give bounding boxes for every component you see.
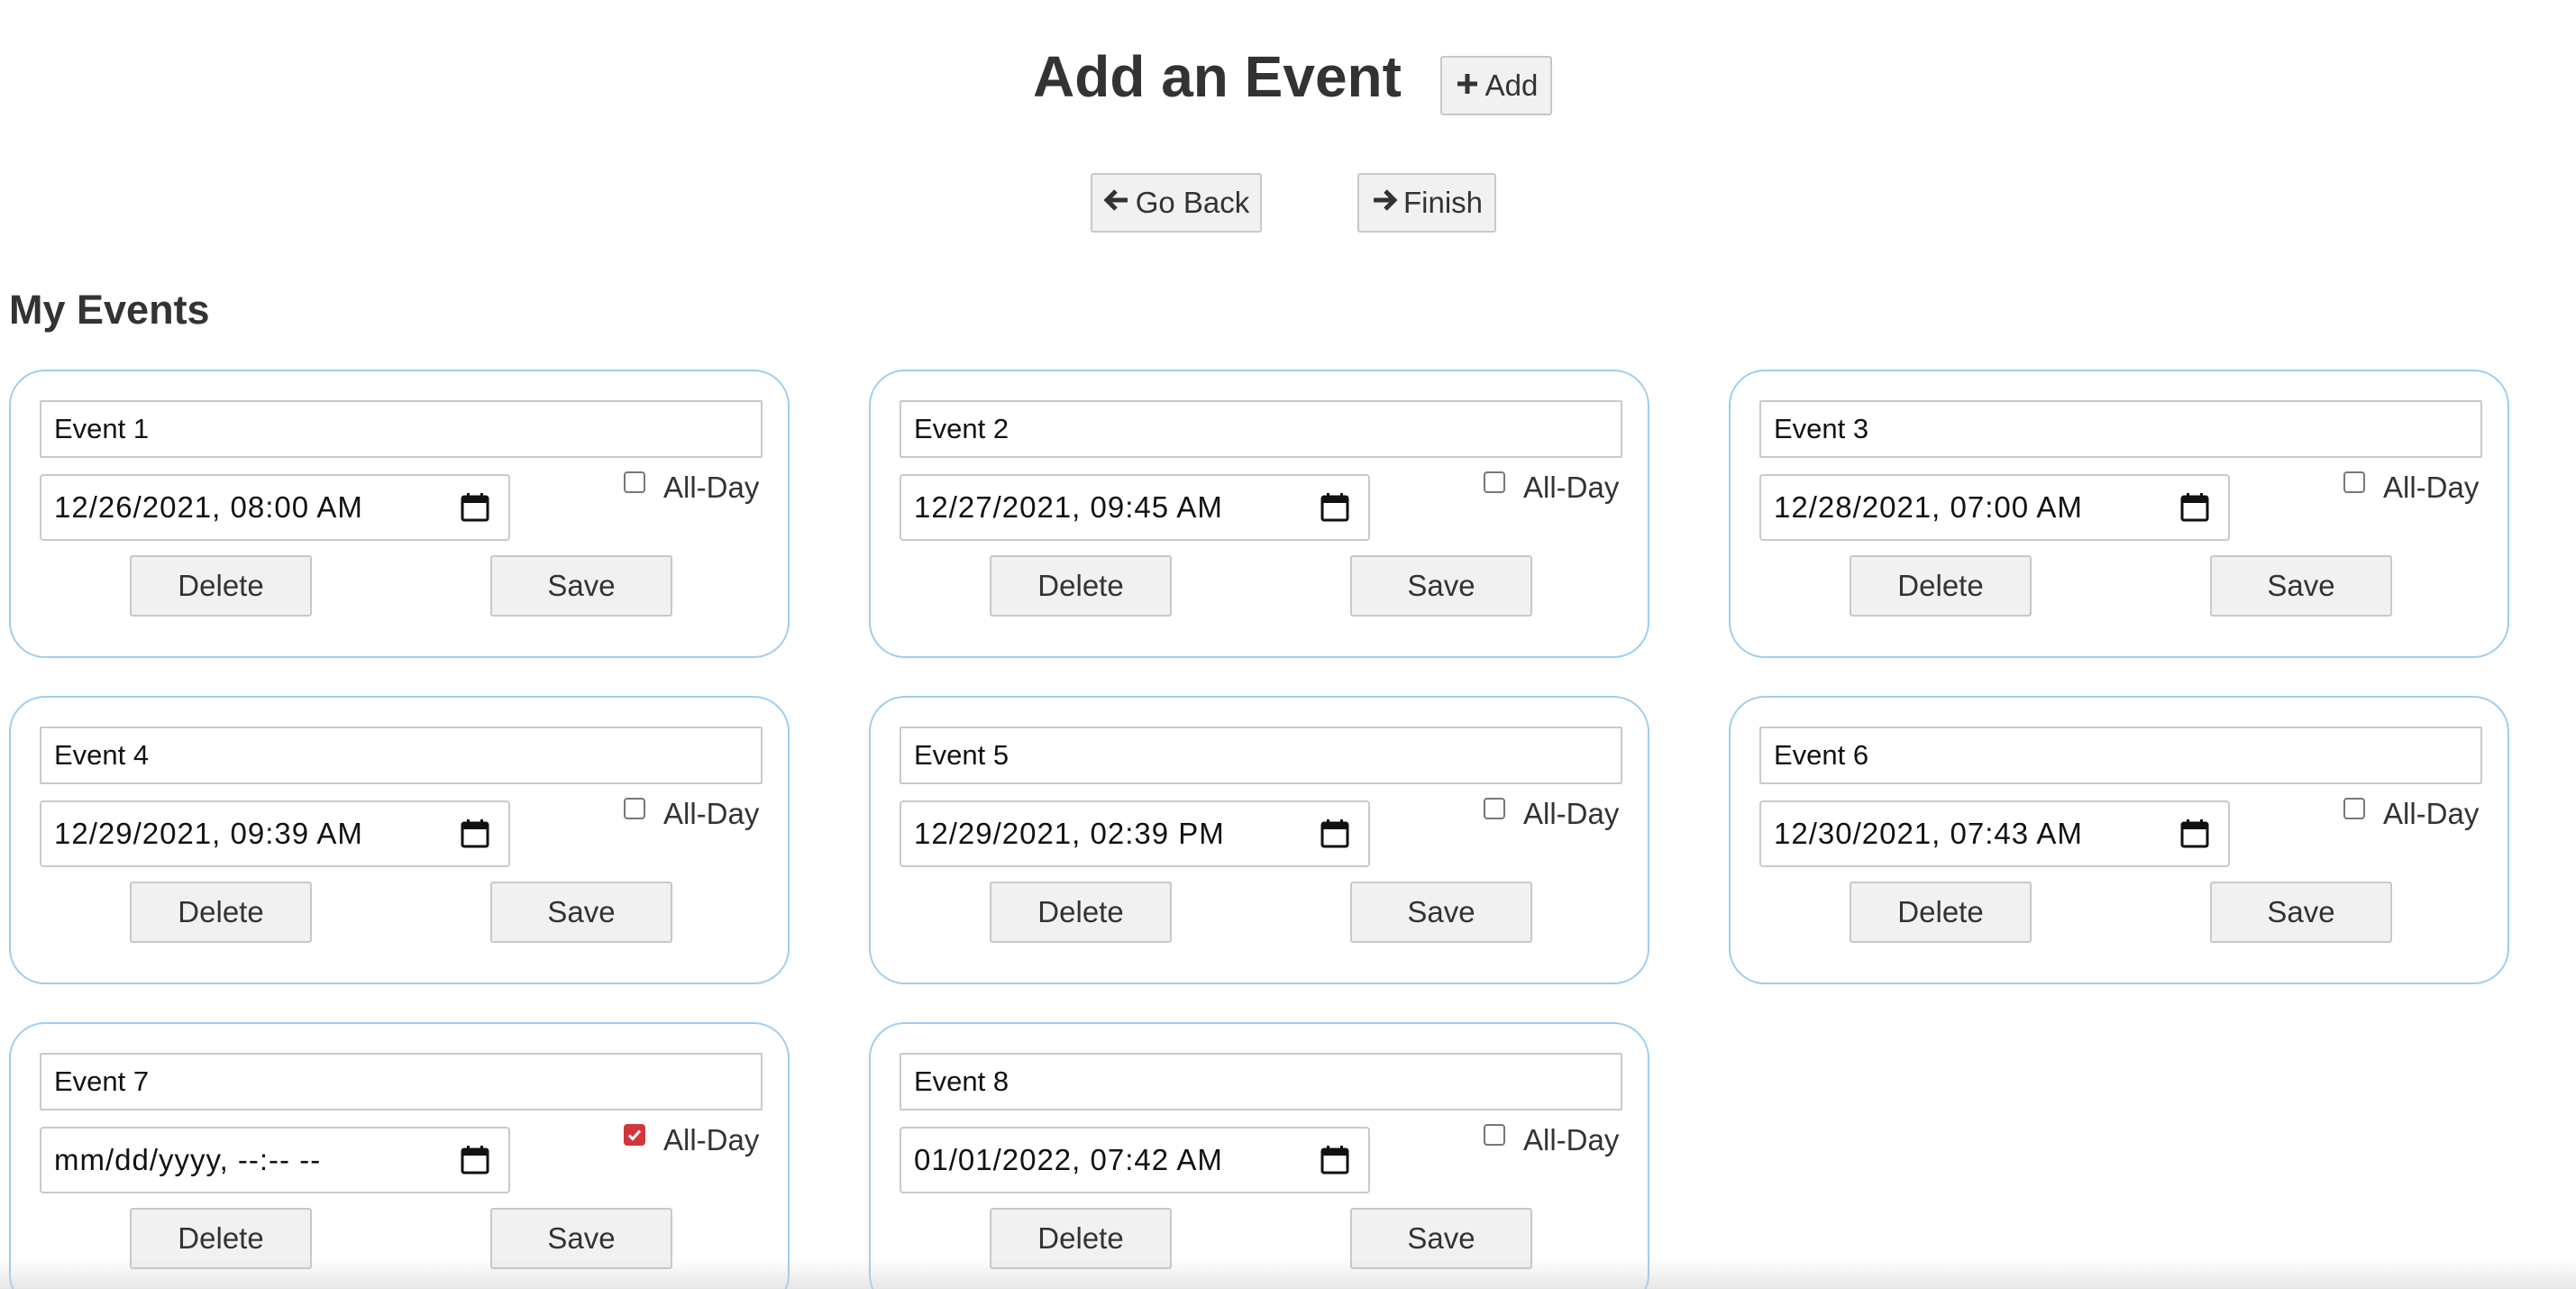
delete-button[interactable]: Delete [990, 555, 1172, 617]
page-title: Add an Event [1033, 44, 1402, 109]
all-day-label: All-Day [2383, 471, 2480, 504]
delete-button[interactable]: Delete [1850, 882, 2032, 943]
event-card-8: 01/01/2022, 07:42 AM All-Day Delete Save [869, 1022, 1649, 1289]
delete-button[interactable]: Delete [130, 1208, 312, 1269]
event-datetime-input[interactable]: 12/27/2021, 09:45 AM [900, 474, 1370, 541]
go-back-label: Go Back [1135, 186, 1250, 219]
calendar-icon[interactable] [1320, 818, 1350, 849]
delete-button[interactable]: Delete [990, 882, 1172, 943]
calendar-icon[interactable] [2179, 818, 2210, 849]
all-day-label: All-Day [663, 471, 760, 504]
calendar-icon[interactable] [460, 818, 490, 849]
event-name-input[interactable] [1759, 400, 2482, 458]
save-button[interactable]: Save [490, 1208, 672, 1269]
calendar-icon[interactable] [2179, 492, 2210, 523]
calendar-icon[interactable] [460, 1145, 490, 1175]
all-day-checkbox[interactable] [624, 1124, 645, 1146]
all-day-toggle[interactable]: All-Day [2343, 797, 2479, 831]
finish-label: Finish [1402, 186, 1484, 219]
event-datetime-input[interactable]: 12/29/2021, 09:39 AM [40, 800, 510, 867]
event-datetime-input[interactable]: 12/30/2021, 07:43 AM [1759, 800, 2230, 867]
all-day-toggle[interactable]: All-Day [1484, 1123, 1619, 1157]
all-day-toggle[interactable]: All-Day [624, 797, 759, 831]
all-day-toggle[interactable]: All-Day [2343, 471, 2479, 505]
delete-button[interactable]: Delete [1850, 555, 2032, 617]
all-day-toggle[interactable]: All-Day [624, 471, 759, 505]
go-back-button[interactable]: Go Back [1091, 173, 1262, 233]
event-datetime-input[interactable]: 01/01/2022, 07:42 AM [900, 1127, 1370, 1193]
all-day-checkbox[interactable] [2343, 798, 2365, 819]
header: Add an Event Add [0, 36, 2576, 126]
save-button[interactable]: Save [1350, 1208, 1532, 1269]
event-datetime-value: 12/28/2021, 07:00 AM [1774, 490, 2083, 524]
event-name-input[interactable] [40, 400, 763, 458]
add-button-label: Add [1484, 69, 1539, 102]
all-day-checkbox[interactable] [624, 798, 645, 819]
event-datetime-input[interactable]: 12/26/2021, 08:00 AM [40, 474, 510, 541]
calendar-icon[interactable] [460, 492, 490, 523]
all-day-label: All-Day [1523, 1123, 1620, 1156]
my-events-heading: My Events [9, 287, 210, 333]
save-button[interactable]: Save [1350, 555, 1532, 617]
event-datetime-input[interactable]: mm/dd/yyyy, --:-- -- [40, 1127, 510, 1193]
event-name-input[interactable] [1759, 727, 2482, 784]
event-card-1: 12/26/2021, 08:00 AM All-Day Delete Save [9, 370, 790, 658]
calendar-icon[interactable] [1320, 1145, 1350, 1175]
all-day-checkbox[interactable] [2343, 471, 2365, 493]
arrow-left-icon [1103, 187, 1130, 219]
save-button[interactable]: Save [490, 555, 672, 617]
delete-button[interactable]: Delete [130, 555, 312, 617]
all-day-checkbox[interactable] [1484, 471, 1505, 493]
event-datetime-value: 12/26/2021, 08:00 AM [54, 490, 363, 524]
delete-button[interactable]: Delete [130, 882, 312, 943]
event-name-input[interactable] [40, 727, 763, 784]
all-day-checkbox[interactable] [624, 471, 645, 493]
all-day-label: All-Day [2383, 797, 2480, 830]
all-day-label: All-Day [663, 797, 760, 830]
event-card-2: 12/27/2021, 09:45 AM All-Day Delete Save [869, 370, 1649, 658]
all-day-checkbox[interactable] [1484, 1124, 1505, 1146]
all-day-checkbox[interactable] [1484, 798, 1505, 819]
all-day-label: All-Day [1523, 471, 1620, 504]
event-card-6: 12/30/2021, 07:43 AM All-Day Delete Save [1729, 696, 2509, 984]
event-name-input[interactable] [900, 1053, 1622, 1111]
event-name-input[interactable] [900, 400, 1622, 458]
event-name-input[interactable] [40, 1053, 763, 1111]
all-day-toggle[interactable]: All-Day [624, 1123, 759, 1157]
event-datetime-value: 01/01/2022, 07:42 AM [914, 1143, 1223, 1176]
event-datetime-input[interactable]: 12/29/2021, 02:39 PM [900, 800, 1370, 867]
save-button[interactable]: Save [1350, 882, 1532, 943]
event-name-input[interactable] [900, 727, 1622, 784]
arrow-right-icon [1371, 187, 1398, 219]
save-button[interactable]: Save [2210, 882, 2392, 943]
save-button[interactable]: Save [490, 882, 672, 943]
all-day-toggle[interactable]: All-Day [1484, 471, 1619, 505]
delete-button[interactable]: Delete [990, 1208, 1172, 1269]
event-card-3: 12/28/2021, 07:00 AM All-Day Delete Save [1729, 370, 2509, 658]
plus-icon [1455, 69, 1480, 102]
add-button[interactable]: Add [1440, 56, 1552, 115]
save-button[interactable]: Save [2210, 555, 2392, 617]
event-datetime-value: 12/30/2021, 07:43 AM [1774, 817, 2083, 850]
event-card-4: 12/29/2021, 09:39 AM All-Day Delete Save [9, 696, 790, 984]
finish-button[interactable]: Finish [1357, 173, 1496, 233]
event-grid: 12/26/2021, 08:00 AM All-Day Delete Save… [9, 370, 2515, 1289]
event-datetime-value: 12/27/2021, 09:45 AM [914, 490, 1223, 524]
calendar-icon[interactable] [1320, 492, 1350, 523]
page: Add an Event Add Go Back Finish My Event… [0, 0, 2576, 1289]
event-datetime-value: 12/29/2021, 02:39 PM [914, 817, 1225, 850]
event-datetime-input[interactable]: 12/28/2021, 07:00 AM [1759, 474, 2230, 541]
all-day-label: All-Day [663, 1123, 760, 1156]
event-datetime-value: 12/29/2021, 09:39 AM [54, 817, 363, 850]
event-card-7: mm/dd/yyyy, --:-- -- All-Day Delete Save [9, 1022, 790, 1289]
all-day-toggle[interactable]: All-Day [1484, 797, 1619, 831]
all-day-label: All-Day [1523, 797, 1620, 830]
event-datetime-value: mm/dd/yyyy, --:-- -- [54, 1143, 322, 1176]
event-card-5: 12/29/2021, 02:39 PM All-Day Delete Save [869, 696, 1649, 984]
